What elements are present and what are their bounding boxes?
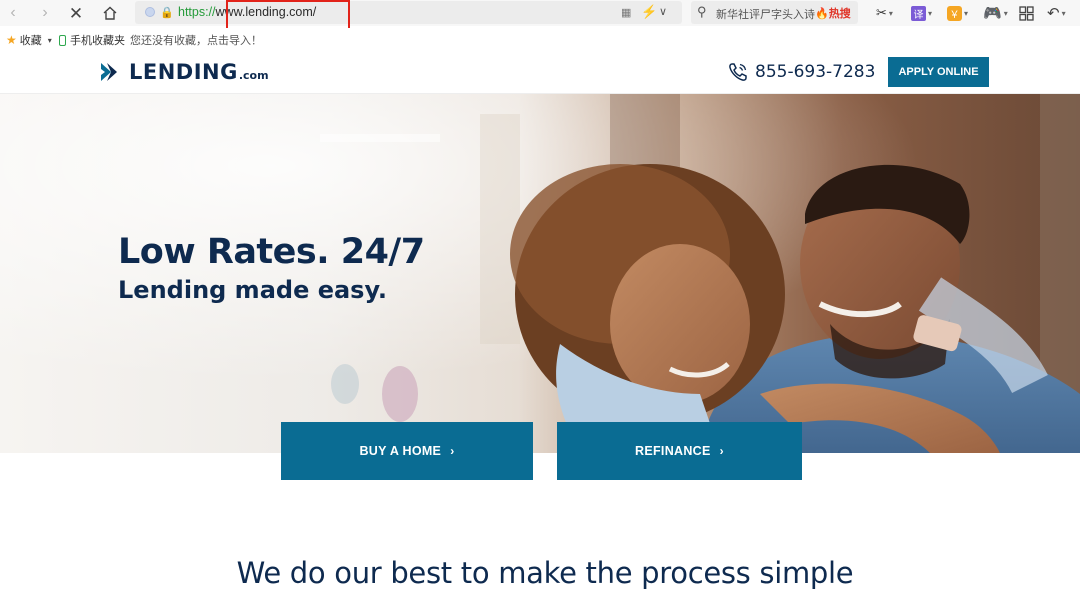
qr-icon[interactable]: ▦ xyxy=(621,6,631,19)
site-info-icon[interactable] xyxy=(145,7,155,17)
telephone-icon xyxy=(727,61,749,83)
section-heading: We do our best to make the process simpl… xyxy=(236,556,854,590)
refinance-button[interactable]: REFINANCE › xyxy=(557,422,802,480)
translate-icon[interactable]: 译 ▾ xyxy=(911,4,932,22)
chevron-down-icon[interactable]: ∨ xyxy=(659,5,667,18)
phone-number[interactable]: 855-693-7283 xyxy=(755,62,875,82)
logo-chevron-icon xyxy=(99,61,121,83)
home-icon[interactable] xyxy=(101,4,119,22)
search-icon: ⚲ xyxy=(697,4,707,19)
caret-down-icon: ▾ xyxy=(47,35,52,45)
favorites-label: 收藏 xyxy=(19,35,42,47)
site-header: LENDING .com 855-693-7283 APPLY ONLINE xyxy=(0,50,1080,94)
import-hint[interactable]: 您还没有收藏，点击导入！ xyxy=(130,32,262,48)
star-icon: ★ xyxy=(6,33,17,47)
search-query[interactable]: 新华社评尸字头入诗 xyxy=(716,6,815,22)
mobile-favorites-label: 手机收藏夹 xyxy=(70,35,125,47)
bolt-icon[interactable]: ⚡ xyxy=(641,4,657,20)
refinance-label: REFINANCE xyxy=(635,444,711,458)
hero-text: Low Rates. 24/7 Lending made easy. xyxy=(118,232,425,304)
search-box[interactable]: ⚲ 新华社评尸字头入诗 🔥热搜 xyxy=(691,1,858,24)
buy-a-home-label: BUY A HOME xyxy=(359,444,442,458)
logo-tld: .com xyxy=(238,69,269,82)
game-icon[interactable]: 🎮 ▾ xyxy=(983,4,1008,22)
shield-icon[interactable]: ￥ ▾ xyxy=(947,4,968,22)
bookmarks-bar: ★ 收藏 ▾ 手机收藏夹 您还没有收藏，点击导入！ xyxy=(0,28,1080,48)
hot-search-badge[interactable]: 🔥热搜 xyxy=(815,5,851,21)
scissors-icon[interactable]: ✂ ▾ xyxy=(876,4,893,22)
lock-icon: 🔒 xyxy=(160,7,174,19)
forward-icon[interactable]: › xyxy=(36,4,54,22)
buy-a-home-button[interactable]: BUY A HOME › xyxy=(281,422,533,480)
hero-title: Low Rates. 24/7 xyxy=(118,232,425,272)
apps-icon[interactable] xyxy=(1019,4,1034,22)
hero-subtitle: Lending made easy. xyxy=(118,276,388,304)
apply-online-button[interactable]: APPLY ONLINE xyxy=(888,57,989,87)
undo-icon[interactable]: ↶ ▾ xyxy=(1047,4,1066,22)
logo[interactable]: LENDING .com xyxy=(99,60,269,84)
logo-text: LENDING xyxy=(129,60,238,84)
phone-icon xyxy=(59,34,66,46)
phone-contact[interactable]: 855-693-7283 xyxy=(727,61,875,83)
back-icon[interactable]: ‹ xyxy=(4,4,22,22)
chevron-right-icon: › xyxy=(719,444,724,458)
hero-banner: Low Rates. 24/7 Lending made easy. xyxy=(0,94,1080,453)
mobile-favorites[interactable]: 手机收藏夹 xyxy=(59,32,125,48)
address-bar[interactable]: 🔒 https://www.lending.com/ ▦ ⚡ ∨ xyxy=(135,1,682,24)
favorites-menu[interactable]: ★ 收藏 ▾ xyxy=(6,32,52,48)
browser-toolbar: ‹ › ✕ 🔒 https://www.lending.com/ ▦ ⚡ ∨ ⚲… xyxy=(0,0,1080,26)
chevron-right-icon: › xyxy=(450,444,455,458)
stop-icon[interactable]: ✕ xyxy=(67,4,85,22)
